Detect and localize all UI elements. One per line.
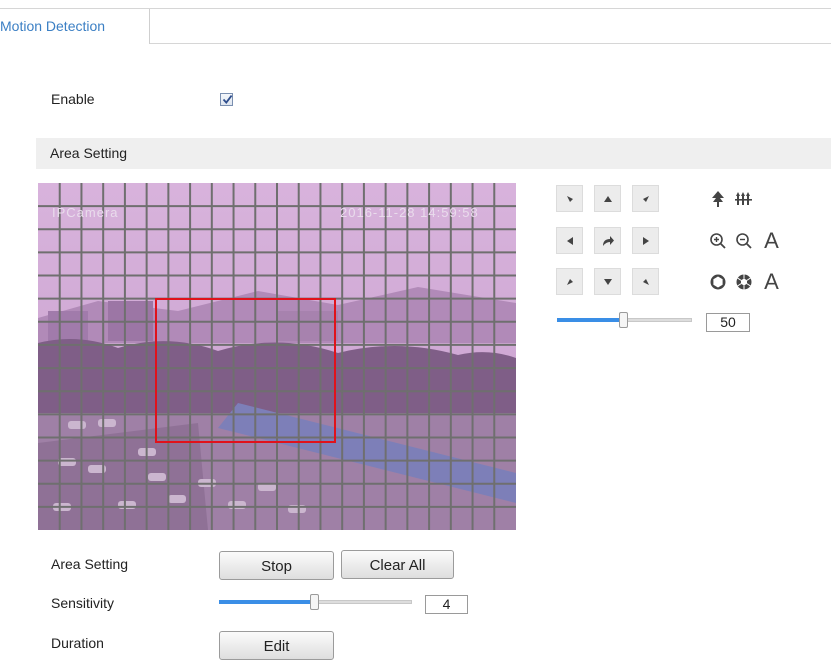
duration-label: Duration [51,635,104,651]
pan-left-icon [566,236,573,245]
pan-up-right-icon [642,195,649,202]
area-setting-label: Area Setting [51,556,129,572]
checkmark-icon [222,95,233,105]
video-preview[interactable]: IPCamera 2016-11-28 14:59:58 [38,183,516,530]
focus-near-button[interactable] [704,185,731,212]
pan-up-left-icon [566,195,573,202]
osd-timestamp: 2016-11-28 14:59:58 [340,205,479,220]
focus-far-button[interactable] [730,185,757,212]
focus-near-icon [711,190,724,207]
pan-down-left-icon [566,278,573,285]
pan-down-left-button[interactable] [556,268,583,295]
pan-up-button[interactable] [594,185,621,212]
area-setting-section-header: Area Setting [36,138,831,169]
tab-bar: Motion Detection [0,0,831,44]
focus-far-icon [734,191,752,205]
pan-up-icon [603,195,612,202]
osd-camera-name: IPCamera [52,205,119,220]
tab-motion-detection[interactable]: Motion Detection [0,9,150,44]
clear-all-button[interactable]: Clear All [341,550,454,579]
ptz-speed-value[interactable]: 50 [706,313,750,332]
pan-right-button[interactable] [632,227,659,254]
zoom-in-icon [709,232,726,249]
sensitivity-thumb[interactable] [310,594,319,610]
ptz-speed-thumb[interactable] [619,312,628,328]
zoom-in-button[interactable] [704,227,731,254]
iris-open-button[interactable] [704,268,731,295]
auto-focus-button[interactable]: A [758,227,785,254]
sensitivity-fill [219,600,314,604]
edit-button[interactable]: Edit [219,631,334,660]
pan-down-button[interactable] [594,268,621,295]
auto-iris-label: A [764,268,779,294]
zoom-out-icon [735,232,752,249]
motion-grid[interactable] [38,183,516,530]
selected-detection-area[interactable] [155,298,336,443]
iris-open-icon [710,274,725,289]
auto-iris-button[interactable]: A [758,268,785,295]
enable-checkbox[interactable] [220,93,233,106]
section-title: Area Setting [50,145,128,161]
pan-right-icon [642,236,649,245]
iris-close-icon [736,274,751,289]
auto-rotate-icon [602,235,614,246]
pan-up-left-button[interactable] [556,185,583,212]
sensitivity-label: Sensitivity [51,595,115,611]
pan-down-right-button[interactable] [632,268,659,295]
pan-down-icon [603,278,612,285]
enable-label: Enable [51,91,95,107]
zoom-out-button[interactable] [730,227,757,254]
auto-rotate-button[interactable] [594,227,621,254]
ptz-speed-fill [557,318,623,322]
pan-left-button[interactable] [556,227,583,254]
pan-down-right-icon [642,278,649,285]
stop-button[interactable]: Stop [219,551,334,580]
pan-up-right-button[interactable] [632,185,659,212]
auto-focus-label: A [764,227,779,253]
sensitivity-value[interactable]: 4 [425,595,468,614]
iris-close-button[interactable] [730,268,757,295]
